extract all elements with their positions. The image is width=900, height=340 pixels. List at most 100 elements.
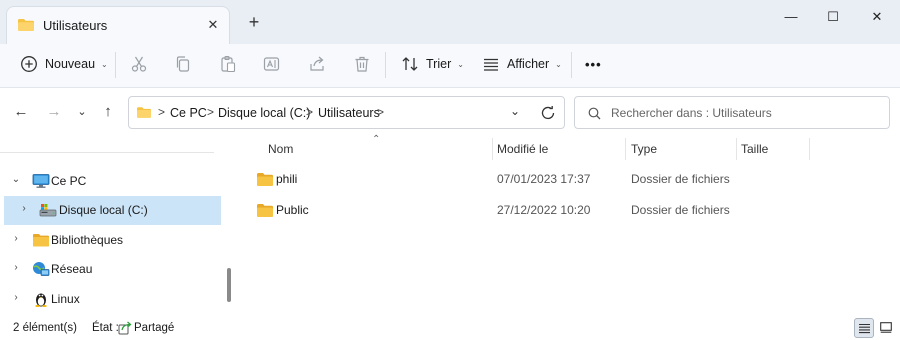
refresh-icon[interactable]	[540, 105, 556, 121]
column-divider[interactable]	[736, 138, 737, 160]
file-type: Dossier de fichiers	[631, 203, 730, 217]
nav-item-reseau[interactable]: › Réseau	[4, 255, 221, 284]
toolbar-separator	[571, 52, 572, 78]
cut-icon	[131, 56, 147, 72]
nav-item-linux[interactable]: › Linux	[4, 285, 221, 314]
delete-button[interactable]	[353, 44, 371, 84]
breadcrumb-separator[interactable]: >	[306, 105, 313, 119]
view-button[interactable]: Afficher ⌄	[482, 44, 562, 84]
column-divider[interactable]	[625, 138, 626, 160]
sort-button[interactable]: Trier ⌄	[401, 44, 464, 84]
nav-item-disque-local[interactable]: › Disque local (C:)	[4, 196, 221, 225]
sort-button-label: Trier	[426, 57, 452, 71]
search-input[interactable]: Rechercher dans : Utilisateurs	[611, 106, 772, 120]
folder-icon	[257, 173, 273, 186]
view-icon	[484, 58, 498, 71]
search-icon	[588, 107, 601, 120]
command-bar: Nouveau ⌄ Trier ⌄ Afficher ⌄ •••	[0, 44, 900, 88]
state-value: Partagé	[134, 322, 175, 334]
search-box[interactable]: Rechercher dans : Utilisateurs	[574, 96, 890, 129]
chevron-right-icon[interactable]: ›	[10, 262, 22, 274]
forward-arrow-icon[interactable]: →	[44, 102, 64, 122]
toolbar-separator	[385, 52, 386, 78]
chevron-right-icon[interactable]: ›	[18, 203, 30, 215]
drive-icon	[39, 204, 57, 217]
tab-utilisateurs[interactable]: Utilisateurs ✕	[6, 6, 230, 44]
copy-button[interactable]	[174, 44, 192, 84]
breadcrumb-ce-pc[interactable]: Ce PC	[170, 106, 207, 120]
computer-icon	[32, 174, 50, 188]
toolbar-separator	[115, 52, 116, 78]
share-icon	[310, 56, 324, 71]
sort-caret-icon: ⌃	[372, 134, 381, 145]
nav-label-linux: Linux	[51, 292, 80, 306]
address-row: ← → ⌄ ↑ > Ce PC > Disque local (C:) > Ut…	[0, 88, 900, 138]
more-options-button[interactable]: •••	[585, 44, 602, 84]
shared-icon	[118, 321, 132, 335]
close-window-button[interactable]: ✕	[862, 6, 892, 28]
paste-icon	[221, 55, 236, 73]
linux-icon	[35, 293, 47, 307]
chevron-right-icon[interactable]: ›	[10, 292, 22, 304]
sort-icon	[402, 57, 418, 71]
rename-button[interactable]	[263, 44, 281, 84]
nav-label-bibliotheques: Bibliothèques	[51, 233, 124, 247]
up-arrow-icon[interactable]: ↑	[98, 102, 118, 122]
nav-item-ce-pc[interactable]: ⌄ Ce PC	[4, 167, 221, 196]
nav-label-ce-pc: Ce PC	[51, 174, 87, 188]
breadcrumb-disque-local[interactable]: Disque local (C:)	[218, 106, 310, 120]
library-icon	[33, 234, 49, 247]
item-count: 2 élément(s)	[13, 322, 77, 334]
share-button[interactable]	[308, 44, 326, 84]
new-tab-button[interactable]: +	[244, 13, 264, 33]
column-divider[interactable]	[492, 138, 493, 160]
state-label: État :	[92, 322, 119, 334]
maximize-button[interactable]: ☐	[818, 6, 848, 28]
navigation-scrollbar[interactable]	[227, 268, 231, 302]
tab-title: Utilisateurs	[43, 18, 108, 33]
file-name: Public	[276, 203, 309, 217]
breadcrumb-separator[interactable]: >	[377, 105, 384, 119]
folder-icon	[257, 204, 273, 217]
tiles-view-button[interactable]	[876, 318, 896, 338]
back-arrow-icon[interactable]: ←	[11, 102, 31, 122]
chevron-down-icon: ⌄	[101, 59, 108, 69]
details-view-button[interactable]	[854, 318, 874, 338]
paste-button[interactable]	[219, 44, 237, 84]
chevron-down-icon: ⌄	[457, 59, 464, 69]
breadcrumb-utilisateurs[interactable]: Utilisateurs	[318, 106, 380, 120]
new-button-label: Nouveau	[45, 57, 96, 71]
table-row[interactable]: phili 07/01/2023 17:37 Dossier de fichie…	[250, 165, 890, 195]
file-modified: 27/12/2022 10:20	[497, 203, 591, 217]
address-history-chevron-icon[interactable]: ⌄	[510, 104, 520, 118]
nav-item-bibliotheques[interactable]: › Bibliothèques	[4, 226, 221, 255]
new-button[interactable]: Nouveau ⌄	[20, 44, 108, 84]
folder-icon	[18, 19, 34, 31]
add-icon	[21, 56, 37, 72]
column-header-modified[interactable]: Modifié le	[497, 142, 548, 156]
minimize-button[interactable]: —	[776, 6, 806, 28]
column-divider[interactable]	[809, 138, 810, 160]
copy-icon	[176, 56, 190, 72]
file-modified: 07/01/2023 17:37	[497, 172, 591, 186]
file-type: Dossier de fichiers	[631, 172, 730, 186]
table-row[interactable]: Public 27/12/2022 10:20 Dossier de fichi…	[250, 196, 890, 226]
column-header-name[interactable]: Nom	[268, 142, 293, 156]
address-bar[interactable]: > Ce PC > Disque local (C:) > Utilisateu…	[128, 96, 565, 129]
breadcrumb-separator[interactable]: >	[207, 105, 214, 119]
chevron-down-icon[interactable]: ⌄	[10, 174, 22, 186]
details-view-icon	[859, 323, 870, 334]
title-bar: Utilisateurs ✕ + — ☐ ✕	[0, 0, 900, 44]
column-header-type[interactable]: Type	[631, 142, 657, 156]
file-list: ⌃ Nom Modifié le Type Taille phili 07/01…	[236, 134, 900, 318]
column-header-size[interactable]: Taille	[741, 142, 768, 156]
breadcrumb-separator[interactable]: >	[158, 105, 165, 119]
file-name: phili	[276, 172, 298, 186]
tab-close-button[interactable]: ✕	[204, 16, 222, 34]
recent-locations-chevron-icon[interactable]: ⌄	[72, 102, 92, 122]
cut-button[interactable]	[130, 44, 148, 84]
chevron-right-icon[interactable]: ›	[10, 233, 22, 245]
rename-icon	[263, 57, 280, 71]
tiles-view-icon	[880, 322, 892, 333]
status-bar: 2 élément(s) État : Partagé	[0, 318, 900, 340]
